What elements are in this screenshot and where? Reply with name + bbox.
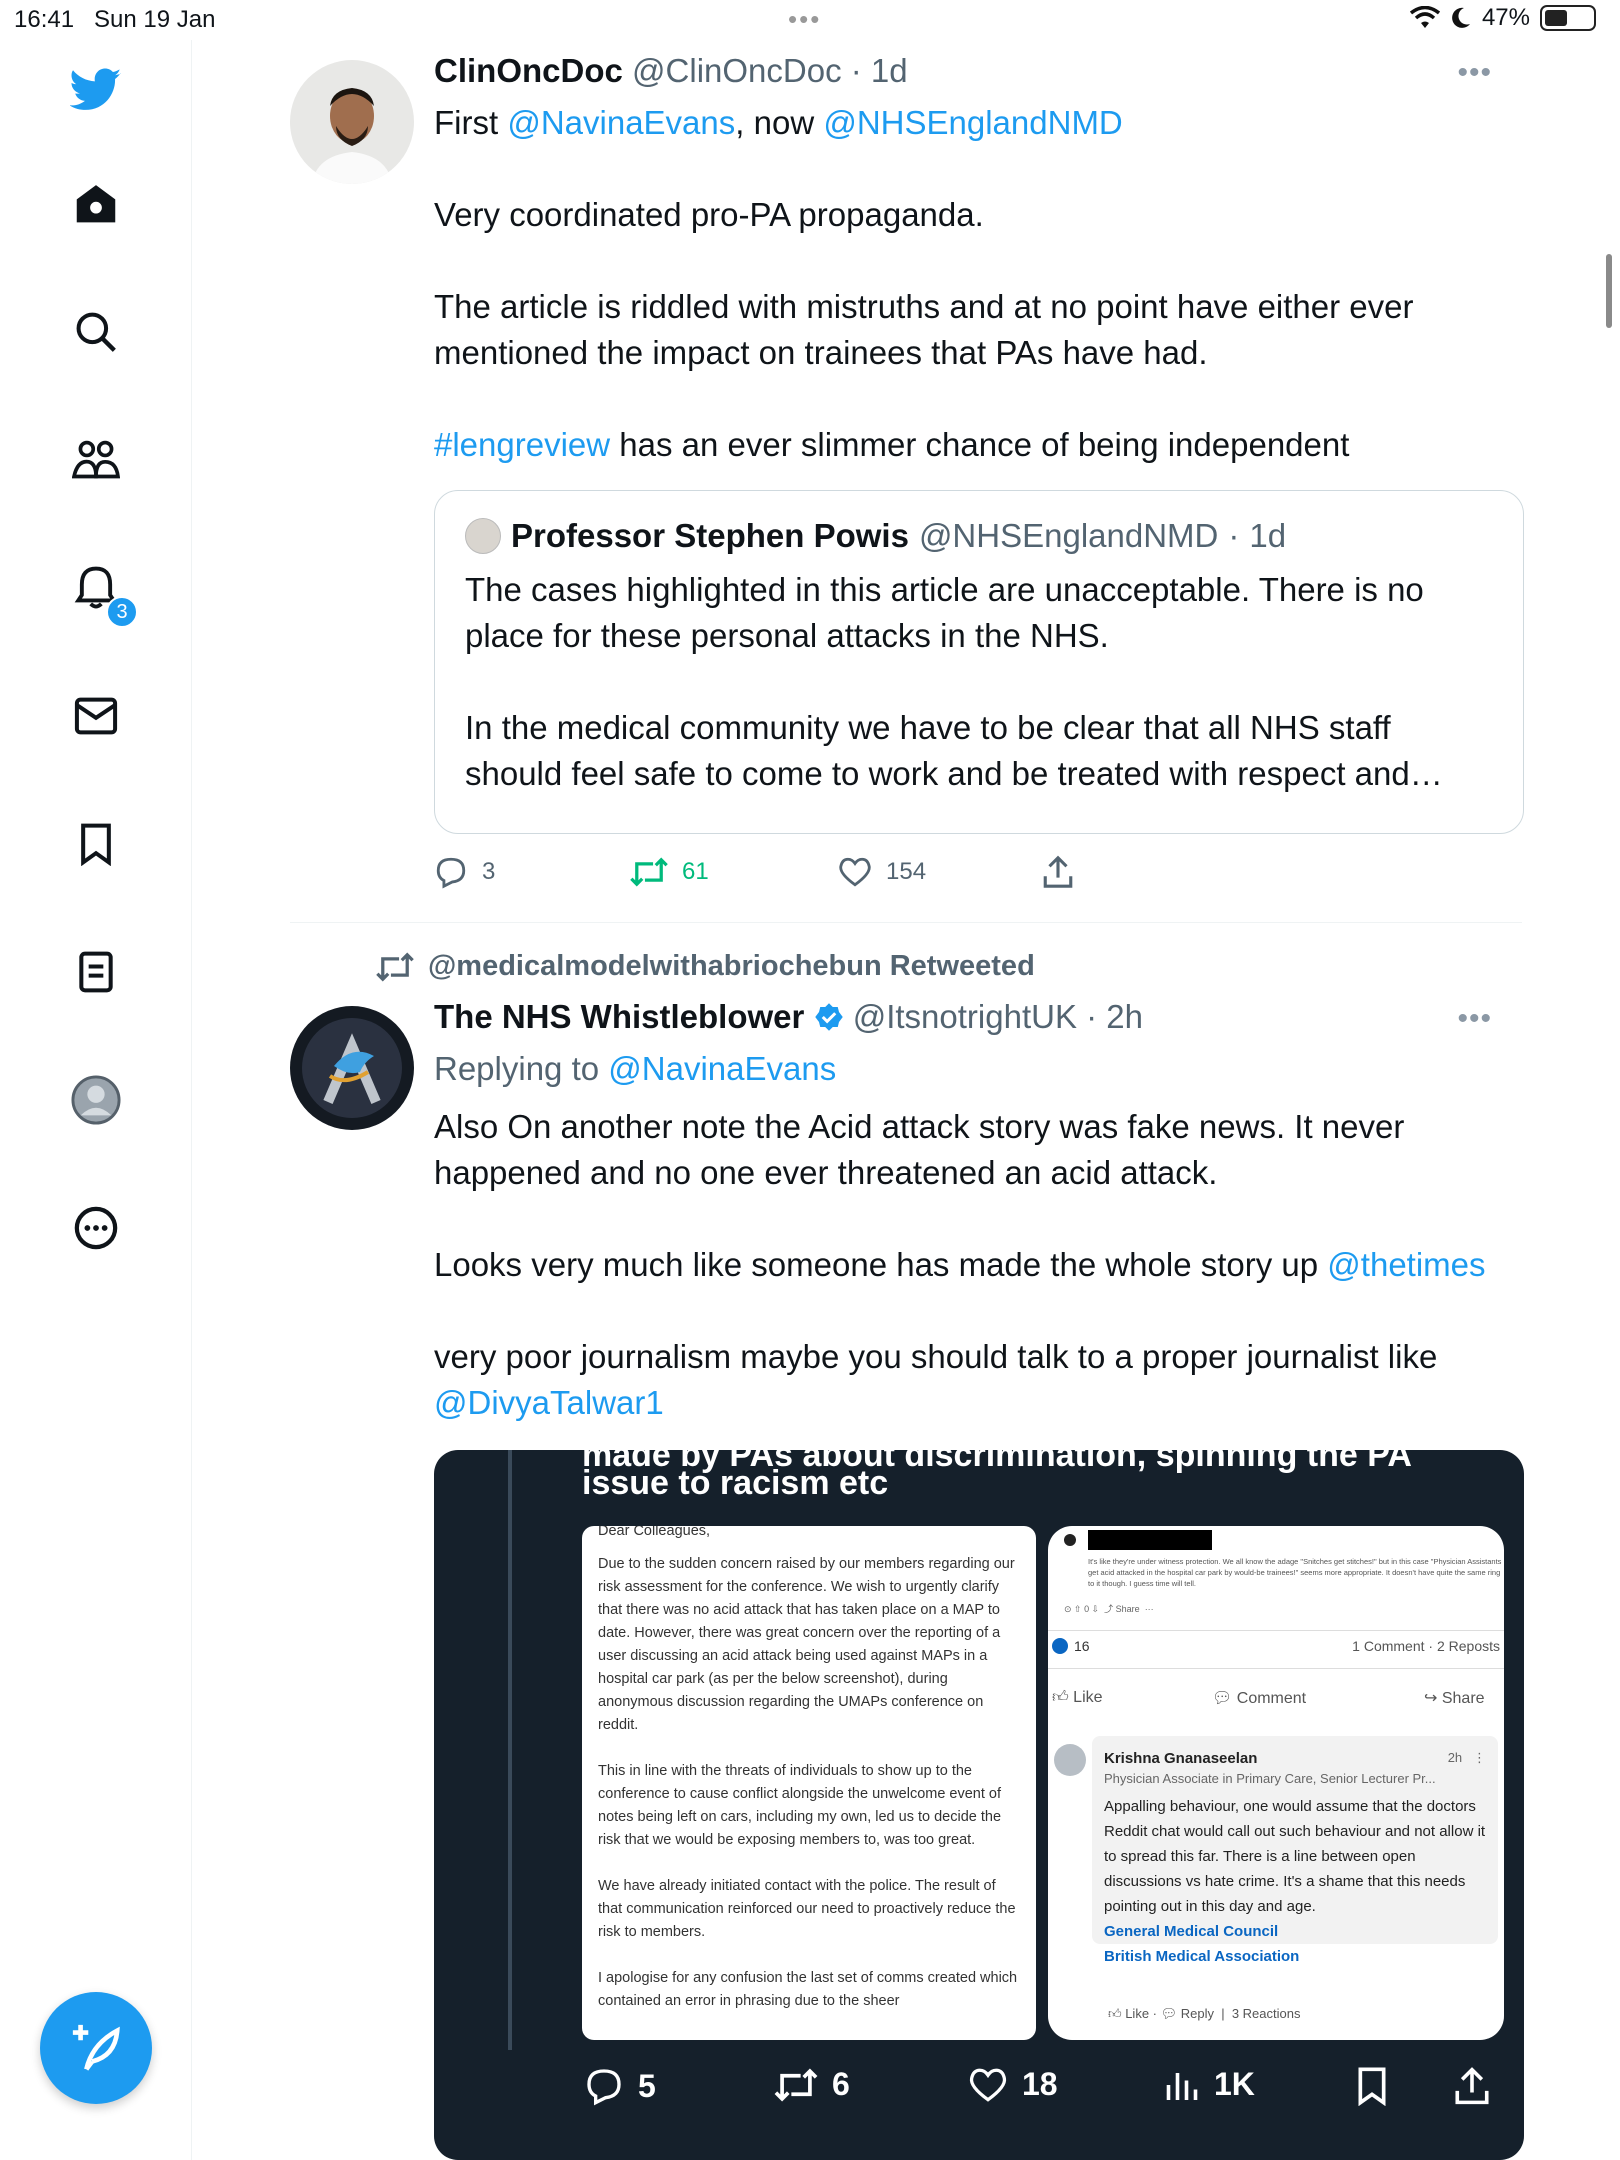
media-views-button[interactable]: 1K bbox=[1164, 2066, 1255, 2103]
scrollbar-thumb[interactable] bbox=[1606, 254, 1612, 328]
mention-link[interactable]: @thetimes bbox=[1327, 1246, 1485, 1283]
quoted-tweet-text: The cases highlighted in this article ar… bbox=[465, 571, 1443, 792]
twitter-bird-logo-icon[interactable] bbox=[70, 64, 122, 116]
mention-link[interactable]: @NavinaEvans bbox=[507, 104, 735, 141]
media-share-button[interactable] bbox=[1454, 2066, 1490, 2106]
sidebar-nav: 3 bbox=[0, 40, 192, 2160]
heart-icon bbox=[969, 2068, 1007, 2102]
communities-icon[interactable] bbox=[70, 434, 122, 486]
quoted-timestamp: 1d bbox=[1249, 517, 1287, 554]
tweet2-media-image[interactable]: made by PAs about discrimination, spinni… bbox=[434, 1450, 1524, 2160]
retweeted-by-label[interactable]: @medicalmodelwithabriochebun Retweeted bbox=[376, 950, 1035, 983]
mention-link[interactable]: @NHSEnglandNMD bbox=[823, 104, 1122, 141]
home-icon[interactable] bbox=[70, 178, 122, 230]
compose-feather-plus-icon bbox=[72, 2024, 120, 2071]
tweet1-author-name[interactable]: ClinOncDoc bbox=[434, 52, 623, 89]
media-reply-button[interactable]: 5 bbox=[584, 2066, 656, 2106]
comment-bubble: Krishna Gnanaseelan 2h ⋮ Physician Assoc… bbox=[1092, 1736, 1498, 1965]
retweet-icon bbox=[630, 857, 668, 887]
quoted-tweet-card[interactable]: Professor Stephen Powis @NHSEnglandNMD ·… bbox=[434, 490, 1524, 834]
lists-icon[interactable] bbox=[70, 946, 122, 998]
battery-percent: 47% bbox=[1481, 4, 1530, 31]
search-icon[interactable] bbox=[70, 306, 122, 358]
hashtag-link[interactable]: #lengreview bbox=[434, 426, 610, 463]
quoted-author-avatar bbox=[465, 518, 501, 554]
compose-tweet-button[interactable] bbox=[40, 1992, 152, 2104]
profile-avatar-icon[interactable] bbox=[70, 1074, 122, 1126]
reply-bubble-icon bbox=[436, 857, 466, 889]
media-title-text: issue to racism etc bbox=[582, 1464, 889, 1502]
tweet1-text: First @NavinaEvans, now @NHSEnglandNMD V… bbox=[434, 104, 1414, 463]
replying-to-link[interactable]: @NavinaEvans bbox=[608, 1050, 836, 1087]
tweet1-timestamp[interactable]: 1d bbox=[871, 52, 908, 89]
tweet-divider bbox=[290, 922, 1522, 923]
status-icons: 47% bbox=[1409, 4, 1596, 32]
tweet1-author-avatar[interactable] bbox=[290, 60, 414, 184]
quoted-author-name: Professor Stephen Powis bbox=[511, 517, 909, 554]
mention-link[interactable]: @DivyaTalwar1 bbox=[434, 1384, 664, 1421]
tweet2-author-handle[interactable]: @ItsnotrightUK bbox=[853, 998, 1077, 1035]
heart-icon bbox=[839, 857, 871, 887]
like-reaction-icon bbox=[1052, 1638, 1068, 1654]
like-button[interactable]: 154 bbox=[838, 856, 926, 888]
tweet1-author-handle[interactable]: @ClinOncDoc bbox=[632, 52, 842, 89]
tweet2-author-name[interactable]: The NHS Whistleblower bbox=[434, 998, 804, 1035]
bookmark-icon bbox=[1358, 2067, 1386, 2106]
media-like-button[interactable]: 18 bbox=[968, 2066, 1058, 2103]
retweet-icon bbox=[774, 2067, 818, 2102]
messages-envelope-icon[interactable] bbox=[70, 690, 122, 742]
tweet2-more-icon[interactable]: ••• bbox=[1457, 1002, 1492, 1036]
tweet1-more-icon[interactable]: ••• bbox=[1457, 56, 1492, 90]
verified-badge-icon bbox=[814, 1003, 843, 1031]
quoted-tweet-header: Professor Stephen Powis @NHSEnglandNMD ·… bbox=[465, 517, 1493, 555]
tweet2-text: Replying to @NavinaEvans Also On another… bbox=[434, 1050, 1486, 1421]
wifi-icon bbox=[1409, 6, 1440, 28]
retweet-small-icon bbox=[376, 951, 414, 982]
share-upload-icon bbox=[1455, 2067, 1489, 2105]
media-social-post-screenshot: It's like they're under witness protecti… bbox=[1048, 1526, 1504, 2040]
quoted-author-handle: @NHSEnglandNMD bbox=[918, 517, 1219, 554]
retweet-button[interactable]: 61 bbox=[630, 857, 709, 887]
tweet2-header: The NHS Whistleblower @ItsnotrightUK · 2… bbox=[434, 998, 1144, 1035]
views-bar-chart-icon bbox=[1166, 2072, 1198, 2100]
share-button[interactable] bbox=[1042, 855, 1074, 889]
battery-icon bbox=[1540, 5, 1596, 31]
tweet1-action-bar: 3 61 154 bbox=[434, 852, 1434, 892]
media-bookmark-button[interactable] bbox=[1356, 2066, 1388, 2106]
media-overlay-action-bar: 5 6 18 1K bbox=[434, 2050, 1524, 2130]
tweet2-timestamp[interactable]: 2h bbox=[1106, 998, 1143, 1035]
reply-bubble-icon bbox=[587, 2069, 621, 2106]
date: Sun 19 Jan bbox=[94, 6, 216, 33]
share-upload-icon bbox=[1043, 855, 1073, 888]
bookmarks-icon[interactable] bbox=[70, 818, 122, 870]
tweet1-header: ClinOncDoc @ClinOncDoc · 1d bbox=[434, 52, 908, 89]
clock: 16:41 bbox=[14, 6, 75, 33]
notification-count-badge: 3 bbox=[106, 596, 138, 628]
status-bar: 16:41 Sun 19 Jan ••• 47% bbox=[0, 0, 1620, 40]
tweet2-author-avatar[interactable] bbox=[290, 1006, 414, 1130]
media-letter-screenshot: Dear Colleagues, Due to the sudden conce… bbox=[582, 1526, 1036, 2040]
reply-button[interactable]: 3 bbox=[434, 855, 495, 889]
more-options-circle-icon[interactable] bbox=[70, 1202, 122, 1254]
media-retweet-button[interactable]: 6 bbox=[774, 2066, 850, 2103]
commenter-avatar bbox=[1054, 1744, 1086, 1776]
do-not-disturb-moon-icon bbox=[1452, 7, 1470, 28]
multitask-dots-icon[interactable]: ••• bbox=[788, 4, 821, 35]
